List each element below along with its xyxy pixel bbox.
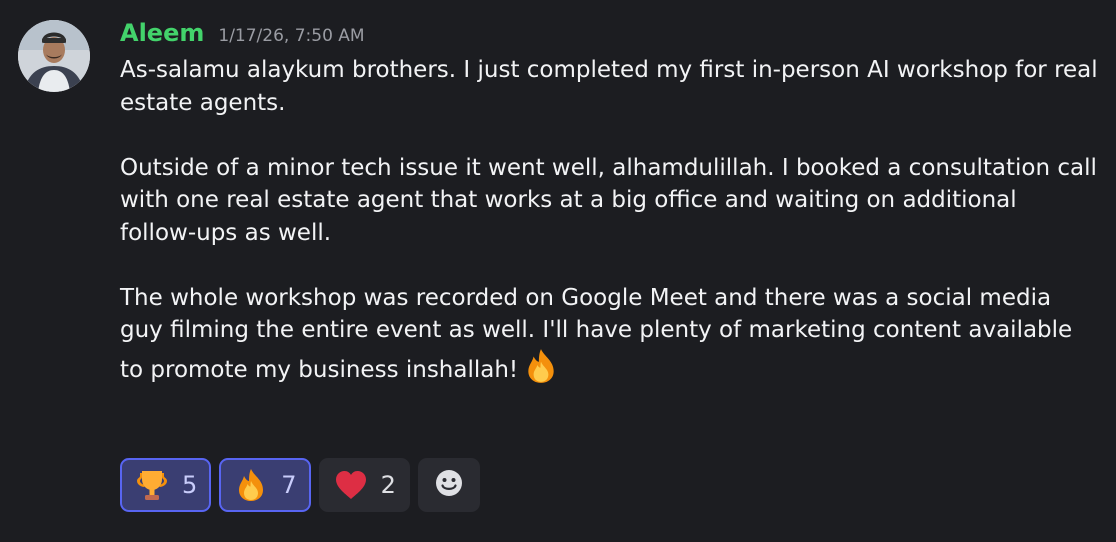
message-paragraph-2: Outside of a minor tech issue it went we… bbox=[120, 154, 1097, 246]
fire-icon bbox=[522, 347, 560, 385]
heart-icon bbox=[333, 467, 369, 503]
message-body: As-salamu alaykum brothers. I just compl… bbox=[120, 54, 1100, 386]
add-reaction-button[interactable] bbox=[417, 458, 480, 512]
fire-icon bbox=[233, 467, 269, 503]
avatar[interactable] bbox=[18, 20, 90, 92]
message-paragraph-3-text: The whole workshop was recorded on Googl… bbox=[120, 284, 1073, 383]
message-header: Aleem 1/17/26, 7:50 AM bbox=[120, 14, 1100, 52]
timestamp[interactable]: 1/17/26, 7:50 AM bbox=[218, 17, 364, 55]
trophy-icon bbox=[134, 467, 170, 503]
message-paragraph-3: The whole workshop was recorded on Googl… bbox=[120, 282, 1100, 387]
reaction-count: 5 bbox=[182, 471, 198, 499]
reaction-fire[interactable]: 7 bbox=[219, 458, 311, 512]
chat-message: Aleem 1/17/26, 7:50 AM As-salamu alaykum… bbox=[0, 0, 1116, 542]
reaction-count: 2 bbox=[380, 471, 396, 499]
reaction-heart[interactable]: 2 bbox=[318, 458, 410, 512]
reaction-bar: 5 7 2 bbox=[120, 458, 480, 512]
add-reaction-smiley-icon bbox=[433, 467, 465, 503]
reaction-count: 7 bbox=[281, 471, 297, 499]
username[interactable]: Aleem bbox=[120, 14, 204, 52]
reaction-trophy[interactable]: 5 bbox=[120, 458, 212, 512]
message-content: Aleem 1/17/26, 7:50 AM As-salamu alaykum… bbox=[120, 14, 1100, 386]
message-paragraph-1: As-salamu alaykum brothers. I just compl… bbox=[120, 57, 1098, 116]
avatar-image bbox=[18, 20, 90, 92]
